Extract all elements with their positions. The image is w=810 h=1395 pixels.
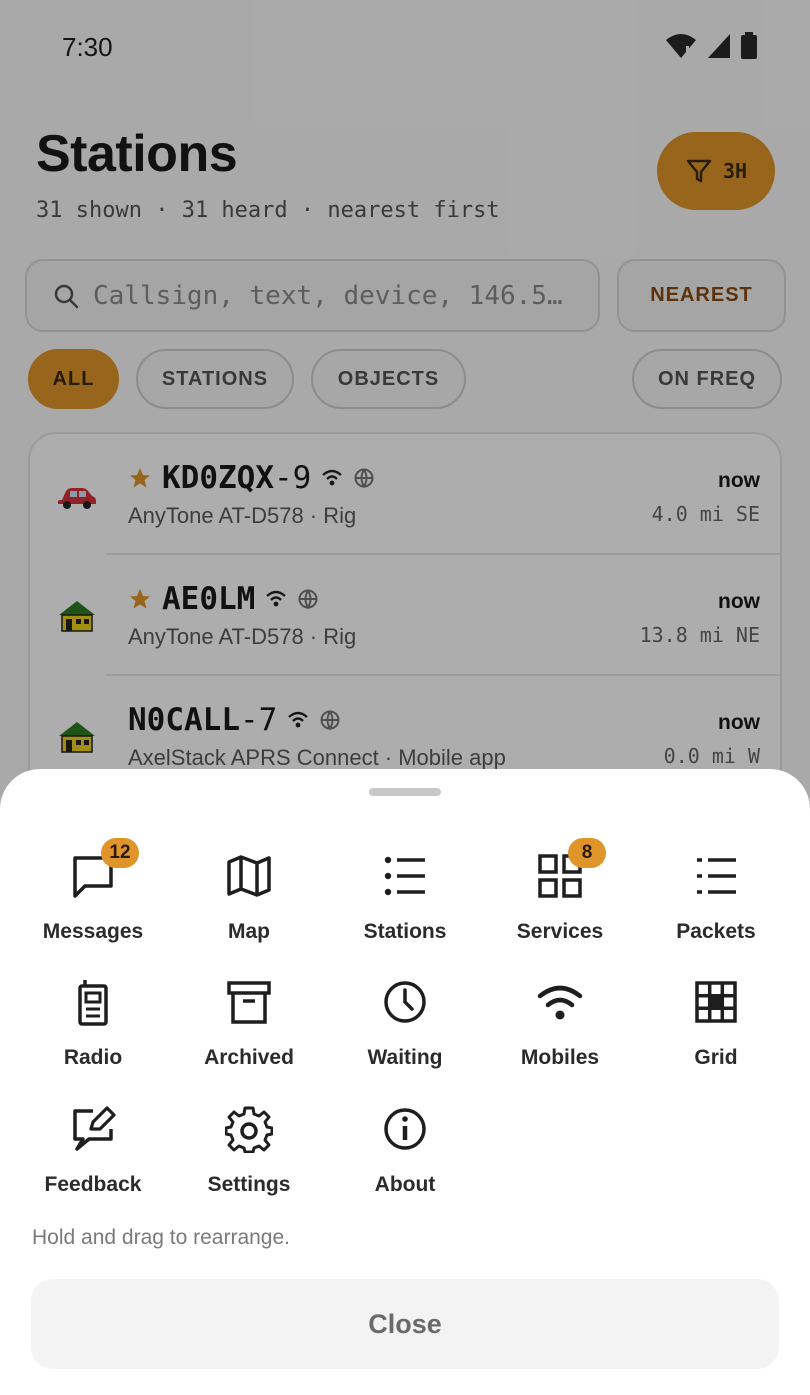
nav-item-label: Settings xyxy=(207,1173,291,1196)
nav-item-label: Archived xyxy=(204,1046,294,1069)
nav-item-label: Stations xyxy=(363,920,447,943)
nav-item-label: Messages xyxy=(42,920,144,943)
close-button[interactable]: Close xyxy=(31,1279,779,1369)
info-icon xyxy=(384,1108,426,1150)
nav-item-mobiles[interactable]: Mobiles xyxy=(482,978,638,1088)
list-icon xyxy=(384,856,425,896)
nav-item-feedback[interactable]: Feedback xyxy=(15,1105,171,1215)
messages-badge: 12 xyxy=(101,838,139,868)
services-badge: 8 xyxy=(568,838,606,868)
nav-item-label: Mobiles xyxy=(520,1046,600,1069)
drag-handle[interactable] xyxy=(369,788,441,796)
gear-icon xyxy=(224,1106,274,1154)
rearrange-hint: Hold and drag to rearrange. xyxy=(32,1226,290,1249)
nav-item-label: Packets xyxy=(676,920,756,943)
nav-item-radio[interactable]: Radio xyxy=(15,978,171,1088)
nav-item-label: Feedback xyxy=(44,1173,142,1196)
nav-item-about[interactable]: About xyxy=(327,1105,483,1215)
nav-item-packets[interactable]: Packets xyxy=(638,852,794,962)
nav-item-waiting[interactable]: Waiting xyxy=(327,978,483,1088)
radio-icon xyxy=(78,980,108,1026)
nav-item-label: Waiting xyxy=(367,1046,443,1069)
archive-icon xyxy=(227,981,271,1024)
nav-item-messages[interactable]: 12 Messages xyxy=(15,838,171,962)
nav-item-label: Radio xyxy=(63,1046,123,1069)
wifi-icon xyxy=(537,985,583,1020)
nav-item-archived[interactable]: Archived xyxy=(171,978,327,1088)
clock-icon xyxy=(384,981,426,1023)
nav-item-label: Services xyxy=(516,920,604,943)
feedback-icon xyxy=(73,1106,116,1151)
packets-list-icon xyxy=(697,858,736,894)
nav-item-grid[interactable]: Grid xyxy=(638,978,794,1088)
nav-item-stations[interactable]: Stations xyxy=(327,852,483,962)
map-icon xyxy=(227,855,271,897)
nav-item-label: Map xyxy=(228,920,270,943)
grid-icon xyxy=(695,981,737,1023)
nav-item-settings[interactable]: Settings xyxy=(171,1105,327,1215)
nav-item-map[interactable]: Map xyxy=(171,852,327,962)
navigation-sheet: 12 Messages Map Stations 8 Services Pack… xyxy=(0,769,810,1395)
nav-item-label: About xyxy=(374,1173,436,1196)
nav-item-label: Grid xyxy=(694,1046,738,1069)
nav-item-services[interactable]: 8 Services xyxy=(482,838,638,962)
